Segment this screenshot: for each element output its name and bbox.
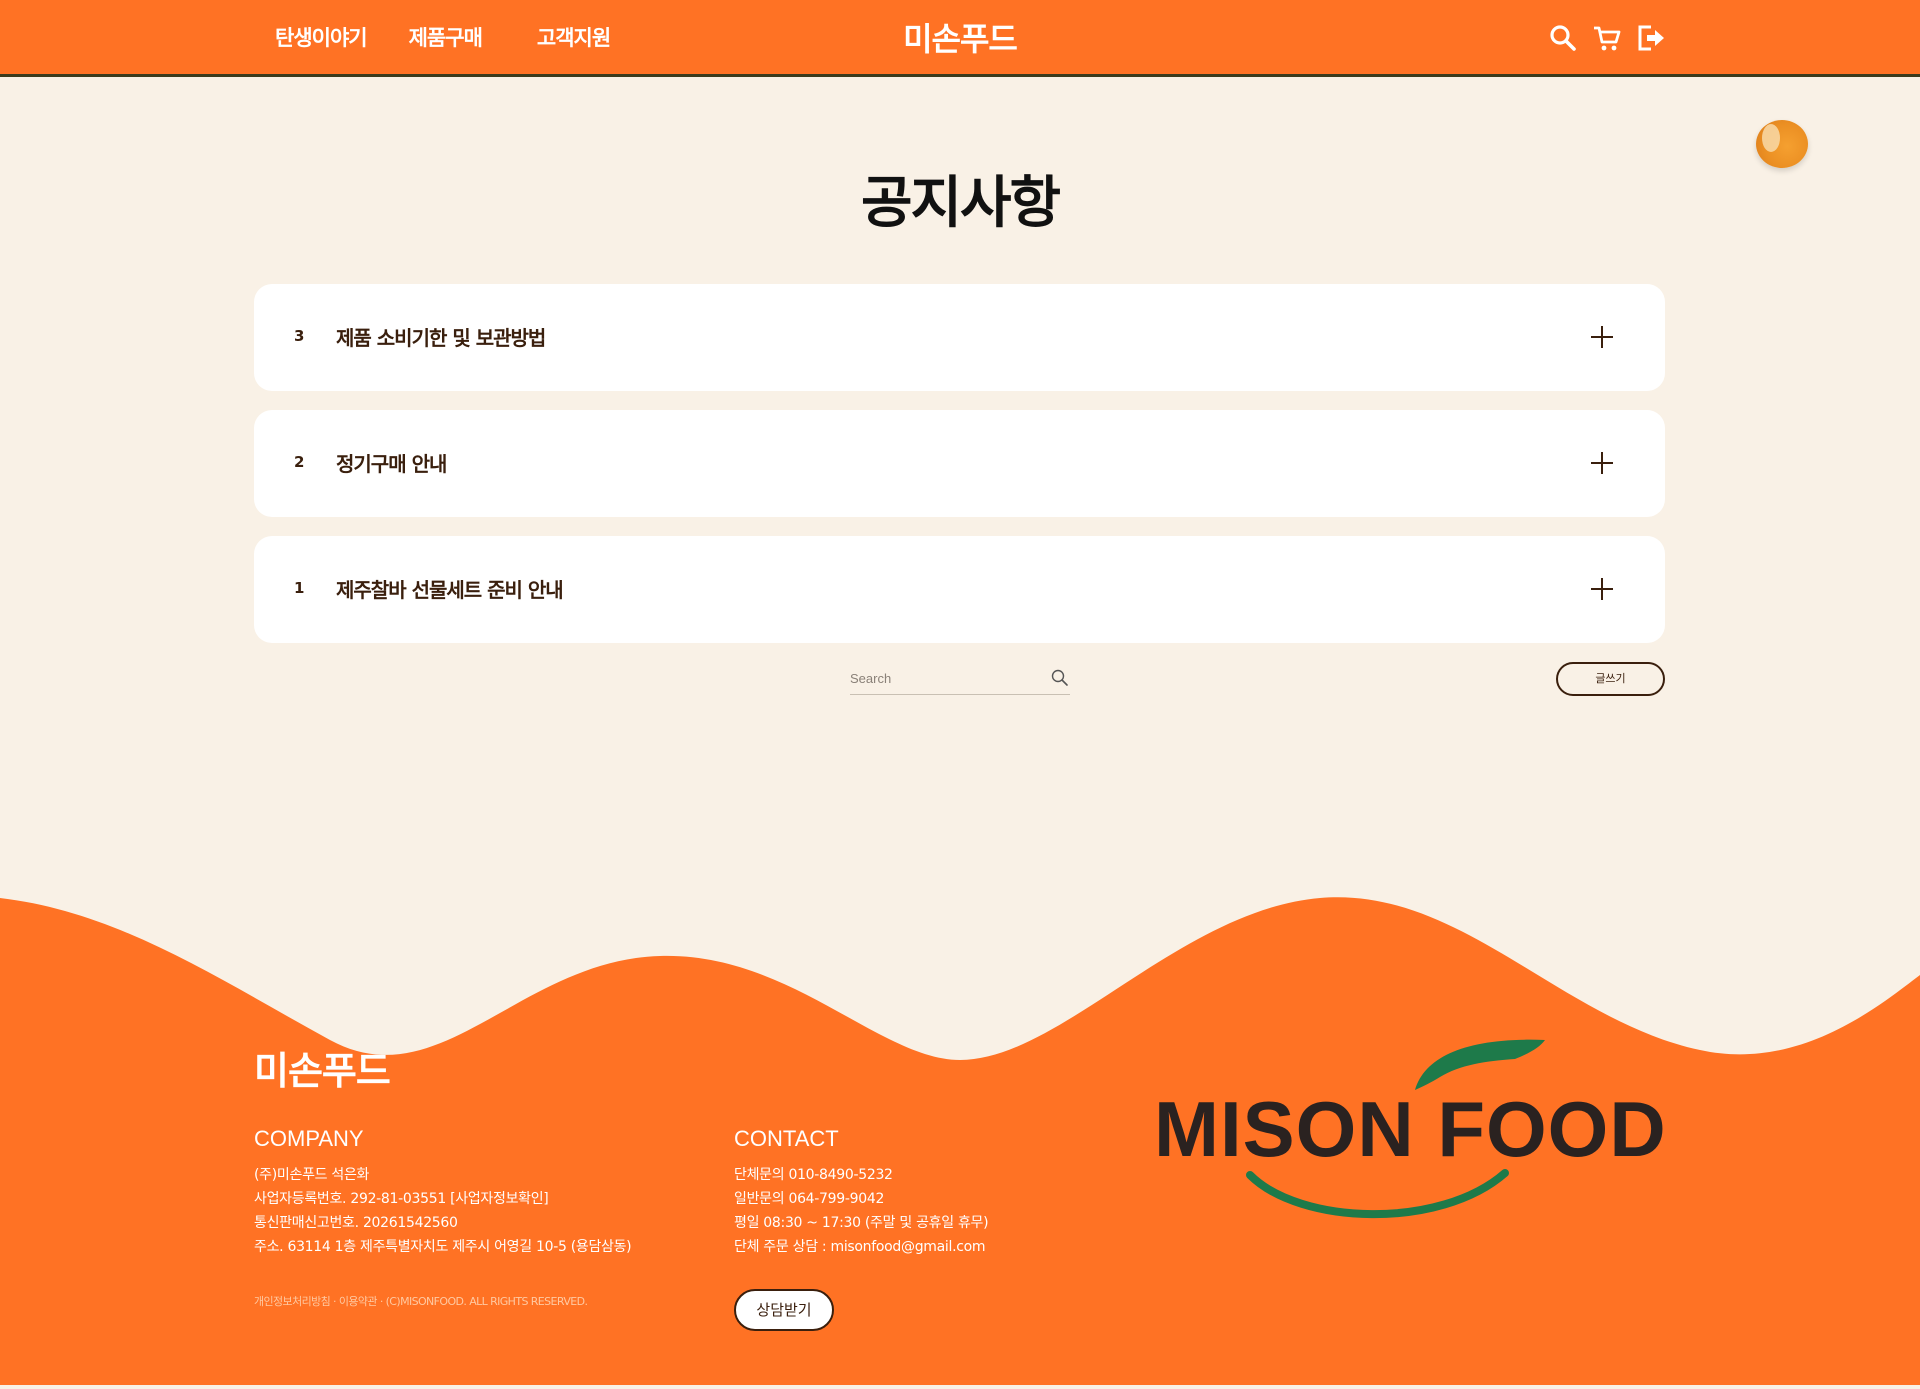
company-info: (주)미손푸드 석은화 사업자등록번호. 292-81-03551 [사업자정보… <box>254 1163 632 1259</box>
misonfood-brand-logo: MISON FOOD <box>1140 1035 1666 1235</box>
search-icon[interactable] <box>1050 668 1070 688</box>
notice-list: 3 제품 소비기한 및 보관방법 2 정기구매 안내 1 제주찰바 선물세트 준… <box>254 284 1665 662</box>
notice-search <box>850 665 1070 695</box>
logout-icon[interactable] <box>1636 23 1666 53</box>
site-header: 탄생이야기 제품구매 고객지원 미손푸드 <box>0 0 1920 77</box>
notice-title: 제주찰바 선물세트 준비 안내 <box>336 578 564 602</box>
contact-line: 단체 주문 상담 : misonfood@gmail.com <box>734 1239 986 1255</box>
notice-number: 2 <box>294 453 305 471</box>
contact-line: 평일 08:30 ~ 17:30 (주말 및 공휴일 휴무) <box>734 1215 989 1231</box>
header-logo[interactable]: 미손푸드 <box>903 20 1018 58</box>
notice-number: 3 <box>294 327 305 345</box>
bottom-strip <box>0 1385 1920 1389</box>
notice-item-3[interactable]: 3 제품 소비기한 및 보관방법 <box>254 284 1665 391</box>
plus-icon[interactable] <box>1591 326 1613 348</box>
nav-support[interactable]: 고객지원 <box>537 22 611 52</box>
contact-line: 일반문의 064-799-9042 <box>734 1191 885 1207</box>
plus-icon[interactable] <box>1591 578 1613 600</box>
consult-button[interactable]: 상담받기 <box>734 1289 834 1331</box>
notice-title: 제품 소비기한 및 보관방법 <box>336 326 546 350</box>
notice-title: 정기구매 안내 <box>336 452 447 476</box>
notice-number: 1 <box>294 579 305 597</box>
brand-text: MISON FOOD <box>1154 1085 1667 1173</box>
nav-story[interactable]: 탄생이야기 <box>275 22 368 52</box>
company-line: 통신판매신고번호. 20261542560 <box>254 1215 458 1231</box>
notice-item-2[interactable]: 2 정기구매 안내 <box>254 410 1665 517</box>
nav-products[interactable]: 제품구매 <box>409 22 483 52</box>
search-icon[interactable] <box>1548 23 1578 53</box>
company-line: 주소. 63114 1층 제주특별자치도 제주시 어영길 10-5 (용담삼동) <box>254 1239 632 1255</box>
notice-item-1[interactable]: 1 제주찰바 선물세트 준비 안내 <box>254 536 1665 643</box>
page-title: 공지사항 <box>860 171 1061 236</box>
header-icons <box>1548 23 1680 53</box>
company-line: 사업자등록번호. 292-81-03551 [사업자정보확인] <box>254 1191 549 1207</box>
company-line: (주)미손푸드 석은화 <box>254 1167 370 1183</box>
search-input[interactable] <box>850 665 1040 691</box>
cart-icon[interactable] <box>1592 23 1622 53</box>
contact-info: 단체문의 010-8490-5232 일반문의 064-799-9042 평일 … <box>734 1163 989 1259</box>
contact-line: 단체문의 010-8490-5232 <box>734 1167 893 1183</box>
contact-title: CONTACT <box>734 1126 839 1151</box>
main-nav: 탄생이야기 제품구매 고객지원 <box>275 22 611 52</box>
plus-icon[interactable] <box>1591 452 1613 474</box>
company-title: COMPANY <box>254 1126 364 1151</box>
write-button[interactable]: 글쓰기 <box>1556 662 1665 696</box>
footer-logo: 미손푸드 <box>254 1049 391 1093</box>
copyright: 개인정보처리방침 · 이용약관 · (C)MISONFOOD. ALL RIGH… <box>254 1295 588 1308</box>
